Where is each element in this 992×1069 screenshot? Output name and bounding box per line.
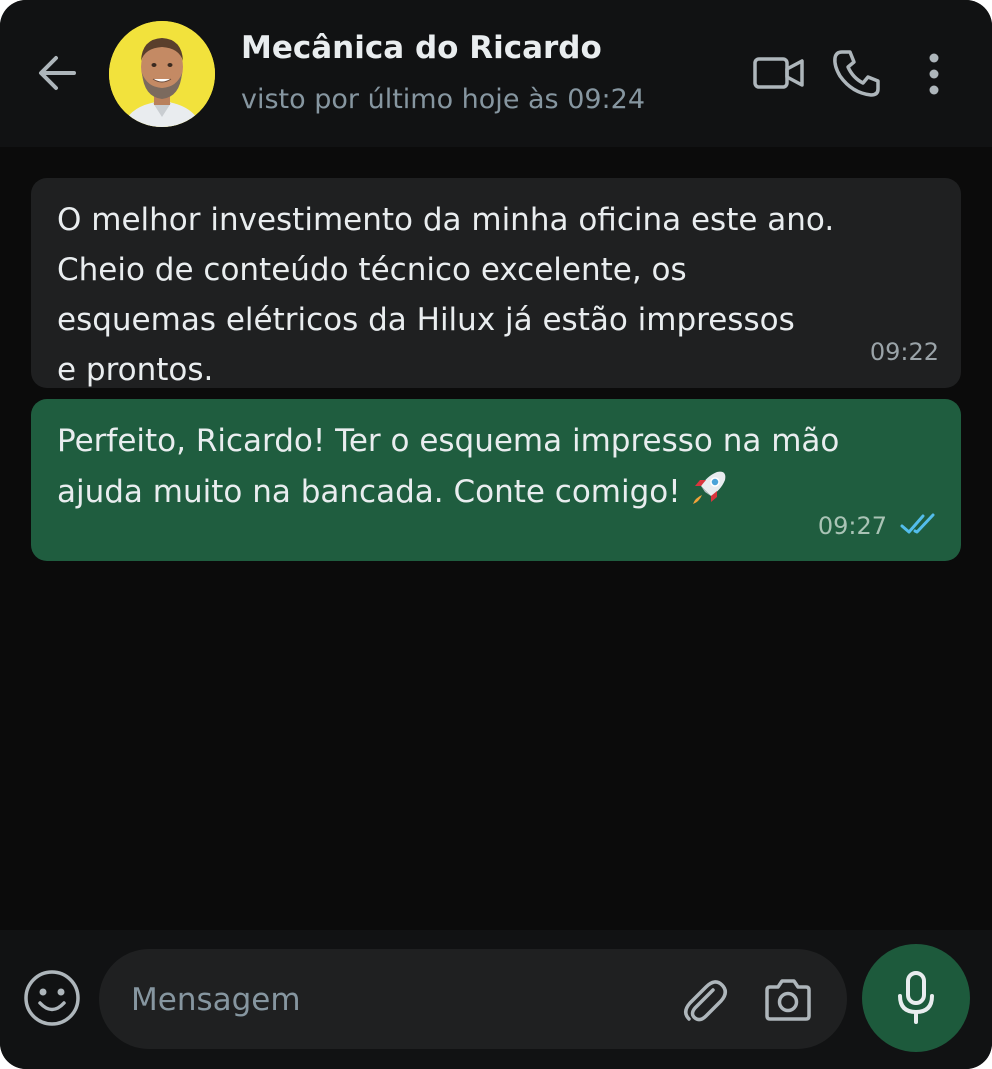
rocket-icon [692,471,726,504]
message-time: 09:22 [869,338,939,366]
message-time: 09:27 [817,512,887,540]
more-options-icon [929,53,939,95]
camera-icon [765,979,811,1021]
message-composer [0,930,992,1069]
message-field[interactable] [99,949,847,1049]
message-line: Cheio de conteúdo técnico excelente, os [57,252,687,288]
emoji-button[interactable] [22,968,82,1028]
emoji-icon [24,970,80,1026]
phone-call-icon [833,50,880,97]
message-line-with-emoji: ajuda muito na bancada. Conte comigo! [57,466,961,517]
camera-button[interactable] [762,978,814,1022]
message-line-text: ajuda muito na bancada. Conte comigo! [57,474,681,510]
back-arrow-icon [39,56,76,90]
voice-call-button[interactable] [830,46,884,100]
attach-icon [684,980,727,1022]
outgoing-message[interactable]: Perfeito, Ricardo! Ter o esquema impress… [31,399,961,561]
contact-name[interactable]: Mecânica do Ricardo [241,30,602,66]
voice-message-button[interactable] [862,944,970,1052]
message-line: O melhor investimento da minha oficina e… [57,202,835,238]
chat-header: Mecânica do Ricardo visto por último hoj… [0,0,992,147]
back-button[interactable] [30,50,82,96]
chat-screen: Mecânica do Ricardo visto por último hoj… [0,0,992,1069]
message-input[interactable] [131,977,651,1023]
microphone-icon [898,971,934,1024]
incoming-message[interactable]: O melhor investimento da minha oficina e… [31,178,961,388]
more-options-button[interactable] [918,50,950,98]
message-line: e prontos. [57,352,214,388]
message-line: esquemas elétricos da Hilux já estão imp… [57,302,795,338]
attach-button[interactable] [679,976,729,1026]
read-ticks-icon [900,513,935,534]
video-call-icon [753,57,804,89]
message-list: O melhor investimento da minha oficina e… [0,147,992,930]
last-seen-status: visto por último hoje às 09:24 [241,84,646,115]
contact-photo [109,21,215,127]
message-line: Perfeito, Ricardo! Ter o esquema impress… [57,423,840,459]
video-call-button[interactable] [751,52,807,94]
avatar[interactable] [109,21,215,127]
